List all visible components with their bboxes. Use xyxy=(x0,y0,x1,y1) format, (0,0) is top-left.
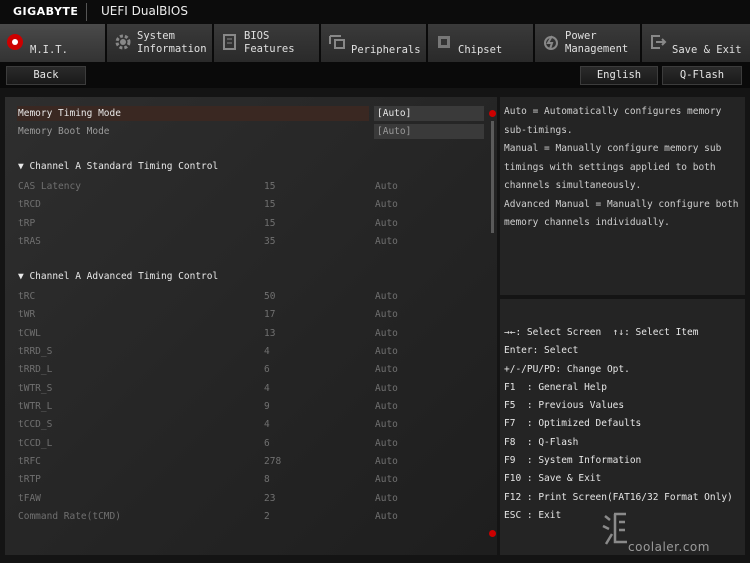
key-help-line: +/-/PU/PD: Change Opt. xyxy=(504,363,630,375)
settings-panel: Memory Timing Mode [Auto] Memory Boot Mo… xyxy=(5,97,497,555)
key-help-line: F1 : General Help xyxy=(504,381,607,393)
app-title: UEFI DualBIOS xyxy=(101,4,188,18)
tab-system-information-label: System Information xyxy=(137,30,207,55)
setting-value[interactable]: [Auto] xyxy=(377,106,411,121)
watermark-glyph-icon xyxy=(602,512,627,545)
section-title: Channel A Standard Timing Control xyxy=(29,161,219,172)
key-help-line: Enter: Select xyxy=(504,345,579,357)
help-text: Auto = Automatically configures memory s… xyxy=(504,106,739,228)
gear-icon xyxy=(115,34,131,50)
tab-bios-features[interactable]: BIOS Features xyxy=(214,24,321,62)
tab-save-exit-label: Save & Exit xyxy=(672,44,742,56)
tab-peripherals-label: Peripherals xyxy=(351,44,421,56)
scroll-down-arrow-icon[interactable] xyxy=(489,530,496,537)
title-bar: GIGABYTE UEFI DualBIOS xyxy=(0,0,750,24)
key-help-line: F7 : Optimized Defaults xyxy=(504,418,642,430)
tab-peripherals[interactable]: Peripherals xyxy=(321,24,428,62)
setting-name: Memory Boot Mode xyxy=(18,126,110,137)
setting-value[interactable]: [Auto] xyxy=(377,124,411,139)
section-header-standard[interactable]: ▼ Channel A Standard Timing Control xyxy=(18,161,218,172)
back-button[interactable]: Back xyxy=(6,66,86,85)
main-tabs: M.I.T. System Information BIOS Features … xyxy=(0,24,750,62)
action-bar: Back English Q-Flash xyxy=(0,62,750,88)
brand-logo: GIGABYTE xyxy=(13,5,79,18)
key-help-line: F10 : Save & Exit xyxy=(504,473,602,485)
tab-system-information[interactable]: System Information xyxy=(107,24,214,62)
key-help-line: F8 : Q-Flash xyxy=(504,436,579,448)
chipset-icon xyxy=(438,36,450,48)
bios-chip-icon xyxy=(223,34,236,50)
watermark-text: coolaler.com xyxy=(628,540,710,554)
tab-power-management-label: Power Management xyxy=(565,30,629,55)
help-description-panel: Auto = Automatically configures memory s… xyxy=(500,97,745,295)
key-help-line: →←: Select Screen ↑↓: Select Item xyxy=(504,327,699,338)
setting-name: Memory Timing Mode xyxy=(18,108,121,119)
tab-power-management[interactable]: Power Management xyxy=(535,24,642,62)
tab-save-exit[interactable]: Save & Exit xyxy=(642,24,750,62)
language-button[interactable]: English xyxy=(580,66,658,85)
mit-icon xyxy=(7,34,23,50)
key-help-list: →←: Select Screen ↑↓: Select Item Enter:… xyxy=(504,324,733,525)
title-divider xyxy=(86,3,87,21)
tab-bios-features-label: BIOS Features xyxy=(244,30,295,55)
exit-icon xyxy=(651,35,667,49)
scroll-up-arrow-icon[interactable] xyxy=(489,110,496,117)
tab-chipset[interactable]: Chipset xyxy=(428,24,535,62)
section-title: Channel A Advanced Timing Control xyxy=(29,271,219,282)
qflash-button[interactable]: Q-Flash xyxy=(662,66,742,85)
peripherals-icon xyxy=(329,35,345,49)
key-help-line: F12 : Print Screen(FAT16/32 Format Only) xyxy=(504,491,733,503)
tab-chipset-label: Chipset xyxy=(458,44,503,56)
power-icon xyxy=(544,35,558,50)
scrollbar-thumb[interactable] xyxy=(491,121,494,233)
tab-mit[interactable]: M.I.T. xyxy=(0,24,107,62)
key-help-line: F5 : Previous Values xyxy=(504,400,625,412)
watermark: coolaler.com xyxy=(600,510,748,554)
tab-mit-label: M.I.T. xyxy=(30,44,68,56)
section-header-advanced[interactable]: ▼ Channel A Advanced Timing Control xyxy=(18,271,218,282)
key-help-line: F9 : System Information xyxy=(504,455,642,467)
key-help-line: ESC : Exit xyxy=(504,509,562,521)
